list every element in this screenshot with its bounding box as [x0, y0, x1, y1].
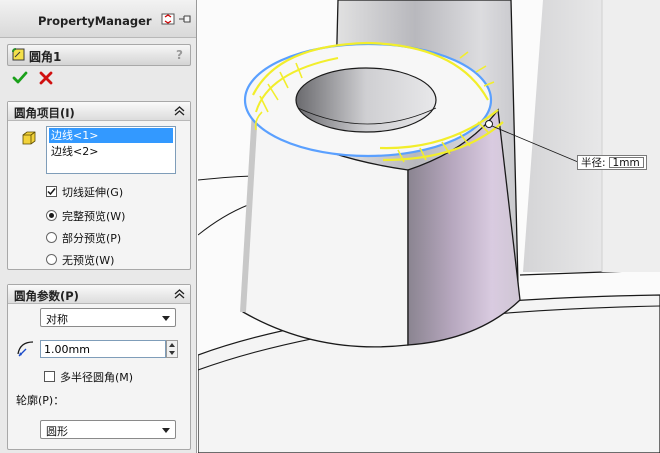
radius-icon	[17, 341, 34, 357]
fillet-parameters-group: 圆角参数(P) 对称 多半径圆角(M) 轮廓(P)： 圆形	[7, 284, 191, 450]
help-button[interactable]: ?	[176, 48, 183, 62]
callout-label: 半径:	[581, 157, 606, 169]
fillet-items-title: 圆角项目(I)	[14, 106, 75, 120]
multi-radius-checkbox[interactable]	[44, 371, 55, 382]
partial-preview-radio[interactable]	[46, 232, 57, 243]
spin-up-icon[interactable]	[167, 341, 177, 349]
fillet-type-dropdown[interactable]: 对称	[40, 308, 176, 327]
collapse-chevron-icon[interactable]	[174, 105, 185, 117]
fillet-feature-icon	[12, 48, 25, 61]
full-preview-label: 完整预览(W)	[62, 210, 126, 223]
fillet-type-value: 对称	[46, 313, 68, 326]
feature-header: 圆角1 ?	[7, 44, 191, 66]
property-manager-panel: PropertyManager 圆角1 ? 圆角项目(I) 边线<1> 边线<2…	[0, 0, 197, 453]
tangent-propagation-checkbox[interactable]	[46, 186, 57, 197]
no-preview-radio[interactable]	[46, 254, 57, 265]
profile-label: 轮廓(P)：	[16, 394, 65, 407]
profile-dropdown[interactable]: 圆形	[40, 420, 176, 439]
profile-value: 圆形	[46, 425, 68, 438]
dropdown-arrow-icon	[162, 428, 170, 433]
callout-value[interactable]: 1mm	[608, 157, 644, 168]
panel-title-bar: PropertyManager	[0, 0, 196, 38]
feature-name: 圆角1	[29, 50, 62, 64]
list-item[interactable]: 边线<2>	[49, 144, 173, 159]
fillet-items-header[interactable]: 圆角项目(I)	[8, 102, 190, 121]
radius-callout[interactable]: 半径: 1mm	[577, 155, 647, 170]
collapse-chevron-icon[interactable]	[174, 288, 185, 300]
tangent-propagation-label: 切线延伸(G)	[62, 186, 124, 199]
fillet-parameters-header[interactable]: 圆角参数(P)	[8, 285, 190, 304]
expand-panel-icon[interactable]	[161, 13, 175, 25]
edge-selection-cube-icon	[22, 131, 36, 145]
radius-input[interactable]	[40, 340, 166, 358]
model-render	[198, 0, 660, 453]
list-item[interactable]: 边线<1>	[49, 128, 173, 143]
cancel-x-icon[interactable]	[38, 70, 54, 86]
no-preview-label: 无预览(W)	[62, 254, 115, 267]
radius-spinner[interactable]	[166, 340, 178, 358]
graphics-viewport[interactable]: 半径: 1mm	[198, 0, 660, 453]
edge-selection-list[interactable]: 边线<1> 边线<2>	[46, 126, 176, 174]
fillet-items-group: 圆角项目(I) 边线<1> 边线<2> 切线延伸(G) 完整预览(W) 部分预览…	[7, 101, 191, 270]
full-preview-radio[interactable]	[46, 210, 57, 221]
dropdown-arrow-icon	[162, 316, 170, 321]
ok-checkmark-icon[interactable]	[12, 70, 28, 86]
panel-title: PropertyManager	[38, 14, 152, 28]
pin-icon[interactable]	[178, 13, 192, 25]
partial-preview-label: 部分预览(P)	[62, 232, 122, 245]
fillet-parameters-title: 圆角参数(P)	[14, 289, 79, 303]
multi-radius-label: 多半径圆角(M)	[60, 371, 134, 384]
spin-down-icon[interactable]	[167, 349, 177, 357]
checkmark-icon	[47, 188, 56, 196]
